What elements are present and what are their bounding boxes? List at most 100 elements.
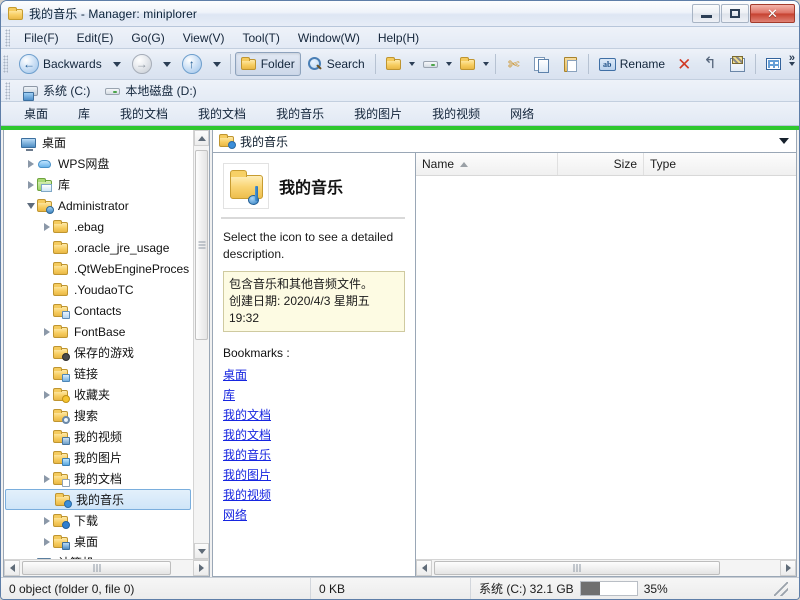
list-hscroll-right-icon[interactable] <box>780 560 796 576</box>
menu-file[interactable]: File(F) <box>15 29 68 47</box>
view-mode-button[interactable] <box>760 52 788 76</box>
drive-button[interactable] <box>417 52 445 76</box>
bookmark-desktop[interactable]: 桌面 <box>9 102 63 125</box>
tree-item[interactable]: 保存的游戏 <box>4 342 193 363</box>
favorites-chevron-down-icon[interactable] <box>483 62 489 66</box>
tree-expand-triangle-icon[interactable] <box>40 391 53 399</box>
tree-expand-triangle-icon[interactable] <box>24 160 37 168</box>
tree-item[interactable]: .ebag <box>4 216 193 237</box>
tree-expand-triangle-icon[interactable] <box>24 181 37 189</box>
list-hscroll-left-icon[interactable] <box>416 560 432 576</box>
maximize-button[interactable] <box>721 4 749 23</box>
drive-local-d[interactable]: 本地磁盘 (D:) <box>101 80 203 101</box>
new-folder-chevron-down-icon[interactable] <box>409 62 415 66</box>
tree-expand-triangle-icon[interactable] <box>40 517 53 525</box>
paste-button[interactable] <box>556 52 584 76</box>
favorites-button[interactable] <box>454 52 482 76</box>
tree-item[interactable]: Contacts <box>4 300 193 321</box>
tree-expand-triangle-icon[interactable] <box>40 328 53 336</box>
properties-button[interactable] <box>723 52 751 76</box>
search-button[interactable]: Search <box>301 52 371 76</box>
folder-toggle-button[interactable]: Folder <box>235 52 301 76</box>
tree-hscroll-right-icon[interactable] <box>193 560 209 576</box>
tree-item[interactable]: 我的文档 <box>4 468 193 489</box>
tree-item[interactable]: 收藏夹 <box>4 384 193 405</box>
list-horizontal-scrollbar[interactable] <box>416 559 796 576</box>
menu-view[interactable]: View(V) <box>174 29 234 47</box>
detail-bookmark-library[interactable]: 库 <box>223 386 235 403</box>
rename-button[interactable]: ab Rename <box>593 52 671 76</box>
forward-history-chevron-down-icon[interactable] <box>163 62 171 67</box>
copy-button[interactable] <box>528 52 556 76</box>
drive-chevron-down-icon[interactable] <box>446 62 452 66</box>
detail-bookmark-myvideos[interactable]: 我的视频 <box>223 486 271 503</box>
detail-bookmark-network[interactable]: 网络 <box>223 506 247 523</box>
tree-item[interactable]: 桌面 <box>4 531 193 552</box>
back-history-chevron-down-icon[interactable] <box>113 62 121 67</box>
tree-vertical-scrollbar[interactable] <box>193 130 209 559</box>
column-header-size[interactable]: Size <box>558 153 644 175</box>
tree-hscroll-track[interactable] <box>20 560 193 576</box>
bookmark-mypictures[interactable]: 我的图片 <box>339 102 417 125</box>
drivebar-drag-grip[interactable] <box>5 82 10 100</box>
tree-hscroll-left-icon[interactable] <box>4 560 20 576</box>
drive-system-c[interactable]: 系统 (C:) <box>19 80 97 101</box>
menu-edit[interactable]: Edit(E) <box>68 29 123 47</box>
tree-expand-triangle-icon[interactable] <box>40 475 53 483</box>
tree-collapse-triangle-icon[interactable] <box>24 203 37 209</box>
bookmark-mydocs-1[interactable]: 我的文档 <box>105 102 183 125</box>
tree-item[interactable]: .YoudaoTC <box>4 279 193 300</box>
menu-tool[interactable]: Tool(T) <box>234 29 289 47</box>
bookmark-mydocs-2[interactable]: 我的文档 <box>183 102 261 125</box>
tree-item[interactable]: WPS网盘 <box>4 153 193 174</box>
cut-button[interactable]: ✄ <box>500 52 528 76</box>
tree-item[interactable]: .QtWebEngineProces <box>4 258 193 279</box>
path-bar[interactable]: 我的音乐 <box>212 130 797 152</box>
tree-horizontal-scrollbar[interactable] <box>4 559 209 576</box>
bookmark-network[interactable]: 网络 <box>495 102 549 125</box>
detail-bookmark-desktop[interactable]: 桌面 <box>223 366 247 383</box>
tree-item[interactable]: 下载 <box>4 510 193 531</box>
new-folder-button[interactable] <box>380 52 408 76</box>
undo-button[interactable]: ↰ <box>697 52 722 76</box>
path-chevron-down-icon[interactable] <box>779 138 789 144</box>
column-header-type[interactable]: Type <box>644 153 796 175</box>
tree-item[interactable]: 计算机 <box>4 552 193 559</box>
up-history-chevron-down-icon[interactable] <box>213 62 221 67</box>
tree-item[interactable]: Administrator <box>4 195 193 216</box>
list-hscroll-track[interactable] <box>432 560 780 576</box>
detail-bookmark-mydocs-1[interactable]: 我的文档 <box>223 406 271 423</box>
tree-scroll-up-icon[interactable] <box>194 130 209 146</box>
tree-item[interactable]: 库 <box>4 174 193 195</box>
tree-scroll-track[interactable] <box>194 146 209 543</box>
close-button[interactable]: ✕ <box>750 4 795 23</box>
tree-item[interactable]: FontBase <box>4 321 193 342</box>
file-list-body[interactable] <box>416 176 796 559</box>
tree-item[interactable]: 桌面 <box>4 132 193 153</box>
tree-item[interactable]: 我的图片 <box>4 447 193 468</box>
tree-item[interactable]: 链接 <box>4 363 193 384</box>
detail-bookmark-mymusic[interactable]: 我的音乐 <box>223 446 271 463</box>
bookmark-library[interactable]: 库 <box>63 102 105 125</box>
forward-button[interactable]: → <box>126 52 158 76</box>
window-resize-grip[interactable] <box>774 582 788 596</box>
tree-item[interactable]: .oracle_jre_usage <box>4 237 193 258</box>
tree-hscroll-thumb[interactable] <box>22 561 171 575</box>
bookmark-myvideos[interactable]: 我的视频 <box>417 102 495 125</box>
toolbar-overflow-icon[interactable]: » <box>789 52 795 64</box>
column-header-name[interactable]: Name <box>416 153 558 175</box>
tree-expand-triangle-icon[interactable] <box>40 223 53 231</box>
tree-scroll-down-icon[interactable] <box>194 543 209 559</box>
menu-drag-grip[interactable] <box>5 29 10 47</box>
folder-tree[interactable]: 桌面WPS网盘库Administrator.ebag.oracle_jre_us… <box>4 130 193 559</box>
back-button[interactable]: ← Backwards <box>13 52 108 76</box>
tree-item[interactable]: 我的视频 <box>4 426 193 447</box>
toolbar-drag-grip[interactable] <box>3 55 8 73</box>
detail-bookmark-mypictures[interactable]: 我的图片 <box>223 466 271 483</box>
detail-bookmark-mydocs-2[interactable]: 我的文档 <box>223 426 271 443</box>
tree-scroll-thumb[interactable] <box>195 150 208 340</box>
tree-item[interactable]: 我的音乐 <box>5 489 191 510</box>
menu-help[interactable]: Help(H) <box>369 29 428 47</box>
list-hscroll-thumb[interactable] <box>434 561 720 575</box>
up-button[interactable]: ↑ <box>176 52 208 76</box>
